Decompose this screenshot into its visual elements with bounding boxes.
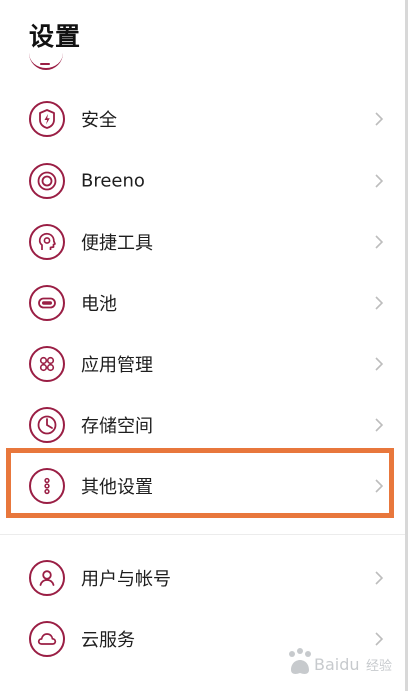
section-divider (0, 534, 408, 535)
user-icon (29, 560, 65, 596)
settings-item-breeno[interactable]: Breeno (0, 151, 408, 211)
chevron-right-icon (372, 357, 386, 371)
settings-item-label: Breeno (81, 170, 145, 192)
settings-item-label: 安全 (81, 110, 117, 131)
settings-item-label: 应用管理 (81, 355, 153, 376)
chevron-right-icon (372, 235, 386, 249)
settings-item-label: 云服务 (81, 630, 135, 651)
partial-item-icon (29, 42, 63, 70)
settings-item-label: 电池 (81, 294, 117, 315)
settings-item-convenience-tools[interactable]: 便捷工具 (0, 212, 408, 272)
settings-item-label: 便捷工具 (81, 233, 153, 254)
grid-apps-icon (29, 346, 65, 382)
svg-text:Baidu: Baidu (314, 655, 360, 674)
chevron-right-icon (372, 571, 386, 585)
shield-bolt-icon (29, 101, 65, 137)
settings-item-label: 存储空间 (81, 416, 153, 437)
settings-item-app-management[interactable]: 应用管理 (0, 334, 408, 394)
chevron-right-icon (372, 296, 386, 310)
pie-chart-icon (29, 407, 65, 443)
settings-item-label: 用户与帐号 (81, 569, 171, 590)
battery-icon (29, 285, 65, 321)
settings-item-user-account[interactable]: 用户与帐号 (0, 548, 408, 608)
chevron-right-icon (372, 112, 386, 126)
cloud-icon (29, 621, 65, 657)
highlight-frame (6, 448, 394, 518)
chevron-right-icon (372, 174, 386, 188)
settings-item-security[interactable]: 安全 (0, 89, 408, 149)
baidu-watermark-logo: Baidu 经验 (284, 646, 404, 682)
settings-screen: 设置 安全 Breeno 便捷工具 电池 应用管理 存储空间 其他设置 用户与帐… (0, 0, 408, 691)
svg-text:经验: 经验 (366, 658, 392, 674)
chevron-right-icon (372, 418, 386, 432)
settings-item-battery[interactable]: 电池 (0, 273, 408, 333)
settings-item-storage[interactable]: 存储空间 (0, 395, 408, 455)
concentric-circles-icon (29, 163, 65, 199)
head-gear-icon (29, 224, 65, 260)
chevron-right-icon (372, 632, 386, 646)
